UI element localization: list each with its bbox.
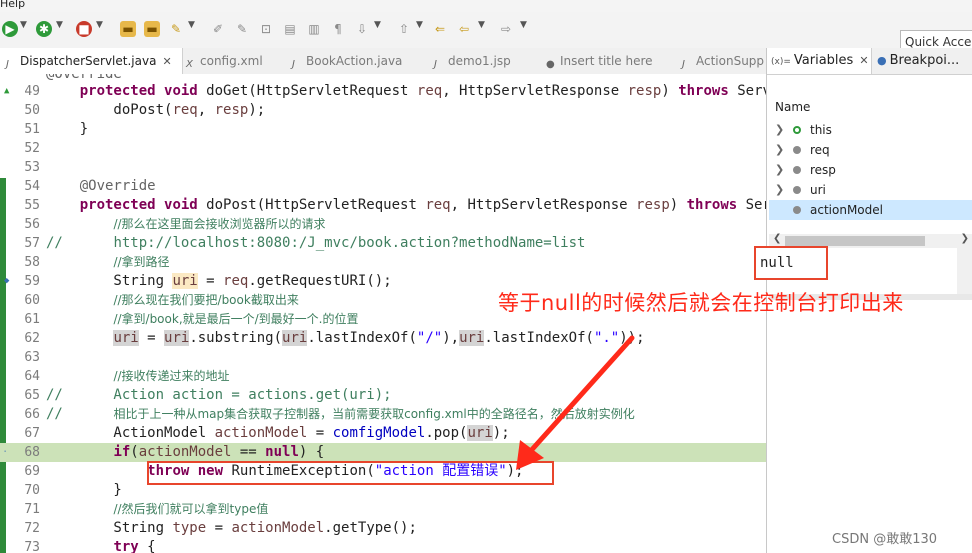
watermark: CSDN @敢敢130 bbox=[832, 532, 938, 547]
red-arrow-icon bbox=[516, 335, 635, 470]
